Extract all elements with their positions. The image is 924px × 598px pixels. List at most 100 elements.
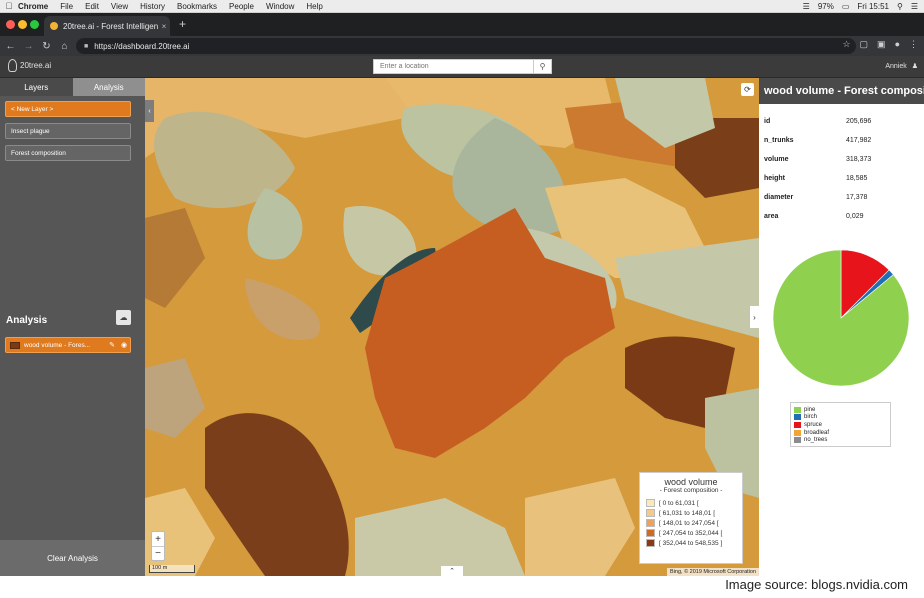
- legend-swatch: [646, 539, 655, 547]
- legend-label: [ 352,044 to 548,535 ]: [659, 539, 723, 547]
- scale-bar: 100 m: [149, 565, 195, 573]
- edit-icon[interactable]: ✎: [106, 341, 118, 349]
- tree-logo-icon: [8, 59, 17, 72]
- attribute-value: 18,585: [846, 175, 868, 182]
- wifi-icon[interactable]: ☰: [803, 2, 810, 11]
- panel-title: wood volume - Forest composition: [759, 78, 924, 104]
- url-text[interactable]: https://dashboard.20tree.ai: [94, 42, 189, 51]
- menu-kebab-icon[interactable]: ⋮: [909, 39, 918, 50]
- image-source-caption: Image source: blogs.nvidia.com: [725, 577, 908, 592]
- window-minimize-button[interactable]: [18, 20, 27, 29]
- apple-icon[interactable]: : [0, 1, 18, 11]
- attribute-key: height: [764, 175, 785, 182]
- favicon-icon: [50, 22, 58, 30]
- menu-item-edit[interactable]: Edit: [85, 2, 99, 11]
- bookmark-star-icon[interactable]: ☆: [842, 39, 850, 50]
- legend-label: [ 148,01 to 247,054 [: [659, 519, 719, 527]
- legend-subtitle: - Forest composition -: [659, 487, 723, 494]
- browser-toolbar: ← → ↻ ⌂ ■ https://dashboard.20tree.ai ☆ …: [0, 36, 924, 56]
- clock[interactable]: Fri 15:51: [857, 2, 889, 11]
- menu-item-history[interactable]: History: [140, 2, 165, 11]
- legend-swatch: [646, 519, 655, 527]
- pie-legend-item: spruce: [794, 421, 887, 429]
- cast-icon[interactable]: ▣: [877, 39, 886, 50]
- window-zoom-button[interactable]: [30, 20, 39, 29]
- legend-title: wood volume: [664, 477, 718, 487]
- menu-item-help[interactable]: Help: [306, 2, 322, 11]
- zoom-in-button[interactable]: +: [152, 532, 164, 546]
- menu-item-people[interactable]: People: [229, 2, 254, 11]
- menu-item-file[interactable]: File: [60, 2, 73, 11]
- map-attribution: Bing, © 2019 Microsoft Corporation: [667, 568, 759, 576]
- menu-item-chrome[interactable]: Chrome: [18, 2, 48, 11]
- address-bar[interactable]: ■ https://dashboard.20tree.ai: [76, 38, 856, 54]
- insect-plague-button[interactable]: Insect plague: [5, 123, 131, 139]
- tab-layers[interactable]: Layers: [0, 78, 73, 96]
- new-layer-button[interactable]: < New Layer >: [5, 101, 131, 117]
- attribute-row: id 205,696: [759, 112, 924, 131]
- pie-legend: pine birch spruce broadleaf no_trees: [790, 402, 891, 447]
- lock-icon[interactable]: ■: [84, 43, 88, 50]
- battery-icon[interactable]: ▭: [842, 2, 850, 11]
- profile-icon[interactable]: ●: [895, 39, 900, 50]
- legend-item: [ 148,01 to 247,054 [: [646, 518, 736, 528]
- toolbar-icons: ☆ ▢ ▣ ● ⋮: [842, 39, 918, 50]
- attribute-key: n_trunks: [764, 137, 794, 144]
- pie-legend-swatch: [794, 414, 801, 421]
- map-view[interactable]: ‹ ⟳ › + − 100 m ⌃ Bing, © 2019 Microsoft…: [145, 78, 759, 576]
- rotate-map-icon[interactable]: ⟳: [741, 83, 754, 96]
- attribute-key: volume: [764, 156, 789, 163]
- pie-legend-item: no_trees: [794, 436, 887, 444]
- pie-legend-item: broadleaf: [794, 429, 887, 437]
- menu-item-window[interactable]: Window: [266, 2, 294, 11]
- analysis-heading: Analysis: [6, 315, 48, 326]
- tab-analysis[interactable]: Analysis: [72, 78, 145, 96]
- back-icon[interactable]: ←: [3, 41, 18, 52]
- app-logo[interactable]: 20tree.ai: [8, 59, 51, 72]
- collapse-sidebar-icon[interactable]: ‹: [145, 100, 154, 122]
- pie-legend-label: pine: [804, 406, 816, 413]
- search-icon[interactable]: ⚲: [533, 60, 551, 73]
- legend-item: [ 352,044 to 548,535 ]: [646, 538, 736, 548]
- reload-icon[interactable]: ↻: [39, 41, 54, 52]
- location-search: ⚲: [373, 59, 552, 74]
- pie-legend-item: pine: [794, 406, 887, 414]
- spotlight-icon[interactable]: ⚲: [897, 2, 903, 11]
- attribute-value: 318,373: [846, 156, 872, 163]
- attribute-value: 17,378: [846, 194, 868, 201]
- forward-icon[interactable]: →: [21, 41, 36, 52]
- location-search-input[interactable]: [374, 60, 533, 73]
- legend-swatch: [646, 499, 655, 507]
- analysis-layer-item[interactable]: wood volume - Fores... ✎ ◉: [5, 337, 131, 353]
- attribute-value: 417,982: [846, 137, 872, 144]
- menu-item-bookmarks[interactable]: Bookmarks: [177, 2, 217, 11]
- mac-menubar:  Chrome File Edit View History Bookmark…: [0, 0, 924, 13]
- zoom-out-button[interactable]: −: [152, 546, 164, 560]
- menu-item-view[interactable]: View: [111, 2, 128, 11]
- expand-bottom-icon[interactable]: ⌃: [441, 566, 463, 576]
- browser-tab[interactable]: 20tree.ai - Forest Intelligence ×: [44, 16, 170, 36]
- home-icon[interactable]: ⌂: [57, 41, 72, 52]
- user-menu[interactable]: Anniek ♟: [885, 62, 918, 71]
- pie-legend-label: birch: [804, 414, 818, 421]
- pie-legend-swatch: [794, 406, 801, 413]
- eye-icon[interactable]: ◉: [118, 341, 130, 349]
- user-icon: ♟: [911, 63, 918, 70]
- forest-composition-button[interactable]: Forest composition: [5, 145, 131, 161]
- extension-icon[interactable]: ▢: [860, 39, 869, 50]
- pie-legend-swatch: [794, 437, 801, 444]
- legend-item: [ 247,054 to 352,044 [: [646, 528, 736, 538]
- cloud-upload-icon[interactable]: ☁: [116, 310, 131, 325]
- expand-panel-icon[interactable]: ›: [750, 306, 759, 328]
- tab-close-icon[interactable]: ×: [158, 22, 170, 31]
- clear-analysis-button[interactable]: Clear Analysis: [0, 540, 145, 576]
- legend-rows: [ 0 to 61,031 [[ 61,031 to 148,01 [[ 148…: [646, 498, 736, 548]
- legend-swatch: [646, 509, 655, 517]
- attribute-row: volume 318,373: [759, 150, 924, 169]
- attribute-row: area 0,029: [759, 207, 924, 226]
- notification-center-icon[interactable]: ☰: [911, 2, 918, 11]
- attribute-key: area: [764, 213, 779, 220]
- window-close-button[interactable]: [6, 20, 15, 29]
- new-tab-icon[interactable]: +: [179, 17, 186, 31]
- layer-label: wood volume - Fores...: [24, 341, 91, 349]
